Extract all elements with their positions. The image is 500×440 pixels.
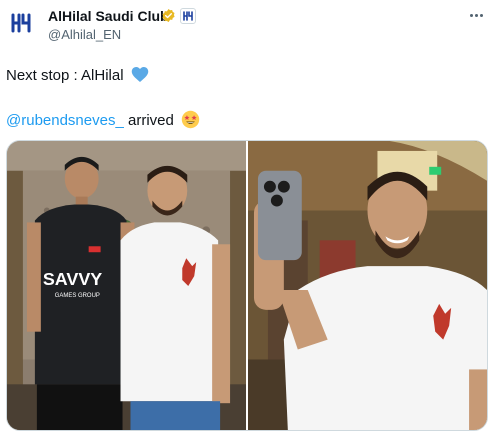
- kit-sponsor-text: SAVVY: [43, 269, 102, 289]
- avatar[interactable]: [6, 8, 36, 38]
- tweet-card[interactable]: AlHilal Saudi Club @Alhilal_EN Next stop…: [0, 0, 500, 440]
- user-handle[interactable]: @Alhilal_EN: [48, 27, 121, 42]
- media-gallery[interactable]: SAVVY GAMES GROUP: [6, 140, 488, 431]
- photo-image: [248, 141, 487, 430]
- star-struck-icon: [181, 110, 200, 129]
- mention-link[interactable]: @rubendsneves_: [6, 112, 124, 129]
- photo-two-men-posing[interactable]: SAVVY GAMES GROUP: [7, 141, 246, 430]
- affiliation-badge-icon[interactable]: [180, 8, 196, 24]
- alhilal-logo-icon: [11, 13, 31, 33]
- tweet-text: Next stop : AlHilal: [6, 67, 124, 84]
- dot-icon: [474, 13, 478, 17]
- dot-icon: [469, 13, 473, 17]
- photo-image: SAVVY GAMES GROUP: [7, 141, 246, 430]
- photo-selfie[interactable]: [248, 141, 487, 430]
- tweet-text: arrived: [123, 112, 174, 129]
- blue-heart-icon: [131, 67, 148, 82]
- dot-icon: [479, 13, 483, 17]
- more-options-button[interactable]: [464, 6, 488, 24]
- tweet-text-line-2: @rubendsneves_ arrived: [6, 110, 200, 129]
- kit-sponsor-sub-text: GAMES GROUP: [55, 293, 100, 299]
- display-name[interactable]: AlHilal Saudi Club: [48, 8, 169, 24]
- tweet-text-line-1: Next stop : AlHilal: [6, 66, 149, 84]
- verified-badge-icon[interactable]: [161, 8, 176, 23]
- exit-sign: [429, 166, 442, 175]
